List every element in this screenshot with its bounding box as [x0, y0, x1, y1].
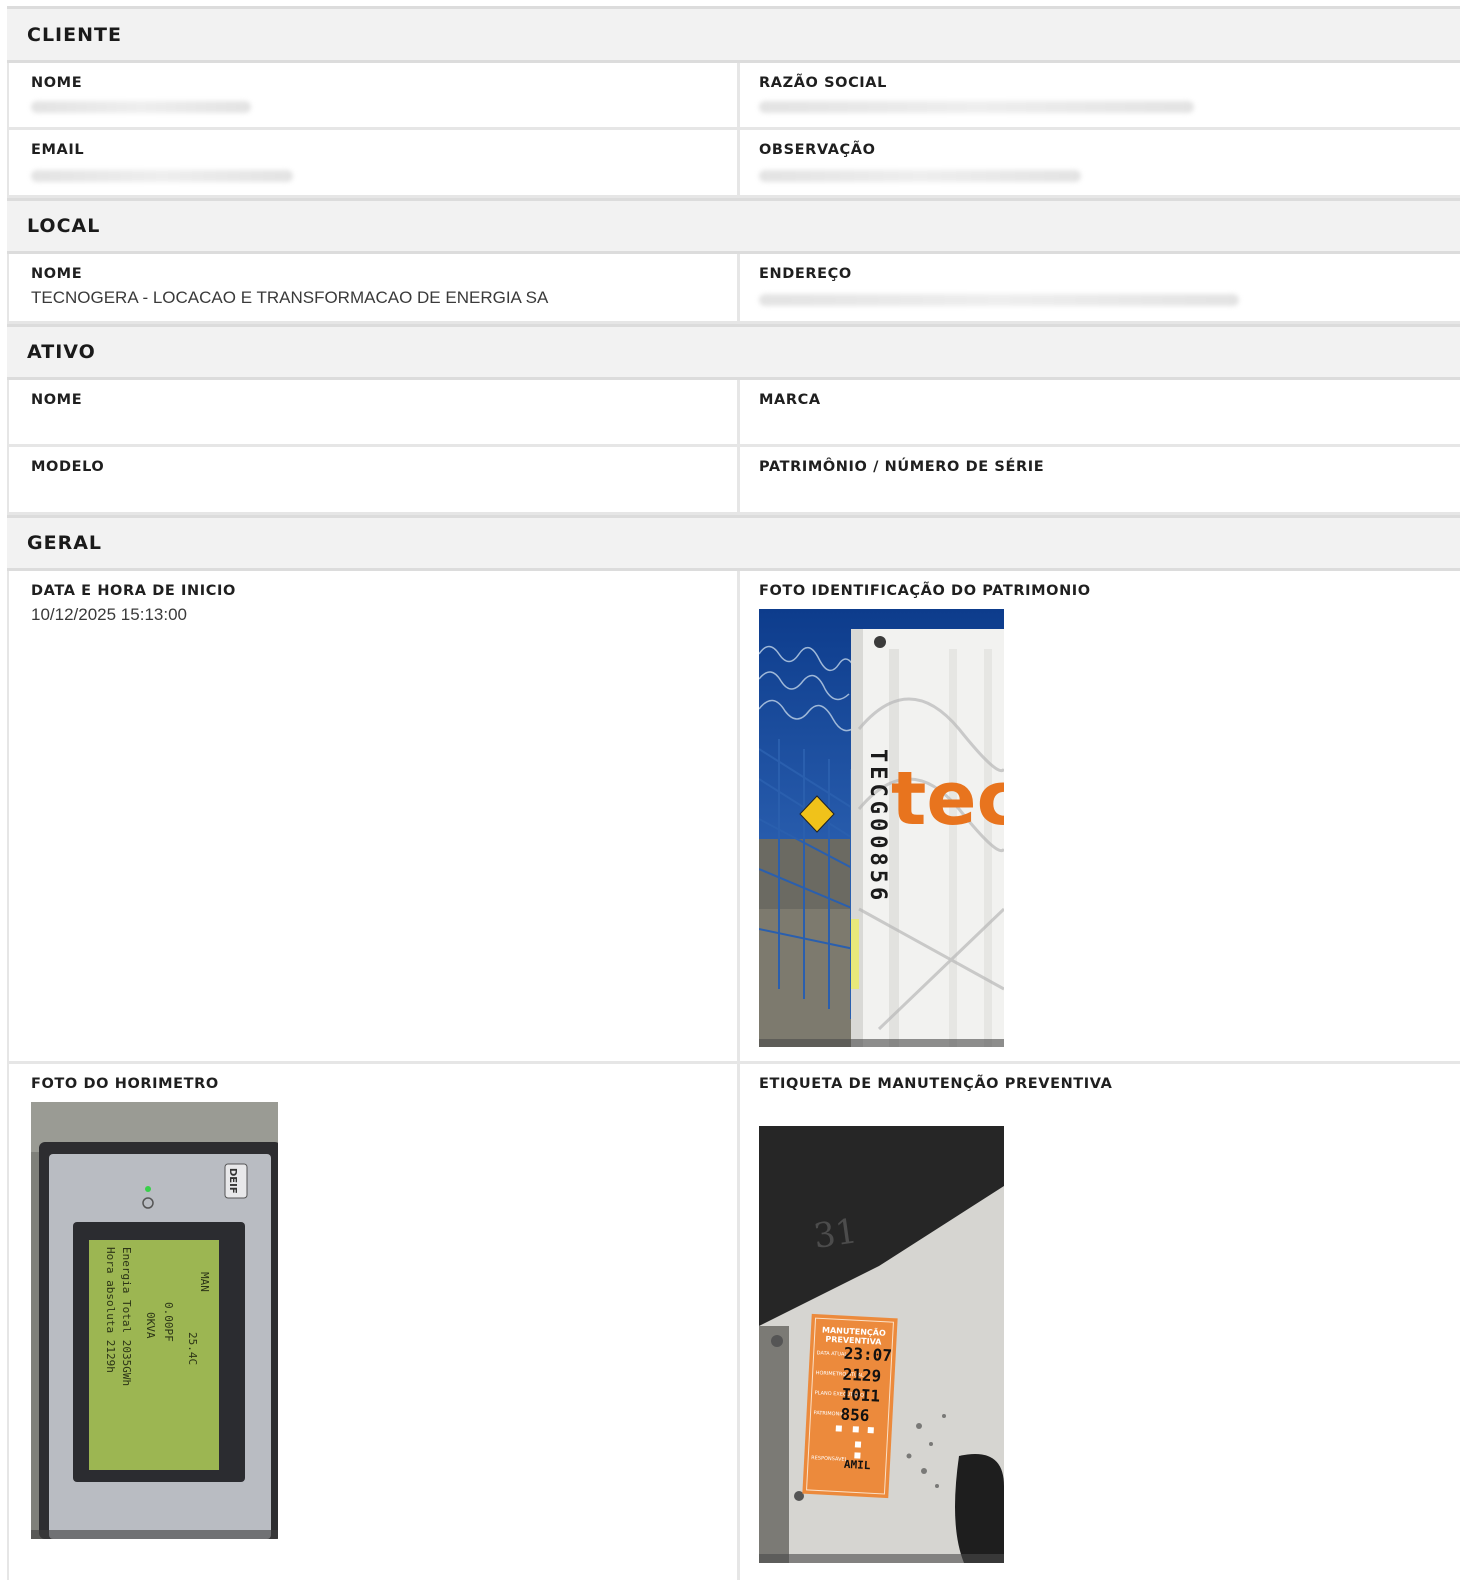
field-label: NOME [31, 392, 83, 408]
field-label: NOME [31, 75, 83, 91]
local-row-1: NOME TECNOGERA - LOCACAO E TRANSFORMACAO… [7, 254, 1460, 324]
redacted-value [759, 101, 1194, 113]
section-geral-header: GERAL [7, 515, 1460, 571]
field-local-nome: NOME TECNOGERA - LOCACAO E TRANSFORMACAO… [7, 254, 737, 321]
section-ativo-header: ATIVO [7, 324, 1460, 380]
field-data-inicio: DATA E HORA DE INICIO 10/12/2025 15:13:0… [7, 571, 737, 1061]
section-title: CLIENTE [27, 23, 122, 46]
redacted-value [759, 170, 1081, 182]
section-local-header: LOCAL [7, 198, 1460, 254]
field-observacao: OBSERVAÇÃO [737, 130, 1460, 195]
tec-logo-text: tec [891, 756, 1004, 842]
section-title: LOCAL [27, 215, 101, 237]
hour-meter-photo-art: DEIF MAN 25.4C 0.00PF 0KVA Energia Total… [31, 1102, 278, 1539]
field-label: MODELO [31, 459, 105, 475]
field-label: MARCA [759, 392, 821, 408]
field-razao-social: RAZÃO SOCIAL [737, 63, 1460, 127]
lcd-line: 0KVA [144, 1312, 157, 1339]
field-label: ENDEREÇO [759, 266, 852, 282]
redacted-value [759, 294, 1239, 306]
ativo-row-1: NOME MARCA [7, 380, 1460, 447]
hour-meter-photo[interactable]: DEIF MAN 25.4C 0.00PF 0KVA Energia Total… [31, 1102, 278, 1539]
redacted-value [31, 170, 293, 182]
field-endereco: ENDEREÇO [737, 254, 1460, 321]
section-cliente-header: CLIENTE [7, 6, 1460, 63]
lcd-line: MAN [198, 1272, 211, 1292]
field-label: EMAIL [31, 142, 85, 158]
label-handwritten-value: 856 [840, 1405, 870, 1425]
lcd-line: 25.4C [186, 1332, 199, 1365]
label-handwritten-value: 23:07 [843, 1344, 892, 1365]
asset-id-stencil-text: TECG00856 [865, 749, 890, 904]
field-marca: MARCA [737, 380, 1460, 444]
asset-id-photo-art: tec TECG00856 [759, 609, 1004, 1047]
asset-id-photo[interactable]: tec TECG00856 [759, 609, 1004, 1047]
field-cliente-nome: NOME [7, 63, 737, 127]
report-sheet: CLIENTE NOME RAZÃO SOCIAL EMAIL OBSERVAÇ… [7, 6, 1460, 1580]
field-value: 10/12/2025 15:13:00 [31, 605, 187, 624]
field-label: DATA E HORA DE INICIO [31, 583, 236, 599]
field-foto-horimetro: FOTO DO HORIMETRO DEIF MAN 25.4C 0.00PF … [7, 1064, 737, 1580]
lcd-line: Hora absoluta 2129h [104, 1247, 117, 1373]
label-handwritten-value: I0I1 [841, 1385, 880, 1406]
field-etiqueta-preventiva: ETIQUETA DE MANUTENÇÃO PREVENTIVA 31 MAN… [737, 1064, 1460, 1580]
field-ativo-nome: NOME [7, 380, 737, 444]
redacted-value [31, 101, 251, 113]
ativo-row-2: MODELO PATRIMÔNIO / NÚMERO DE SÉRIE [7, 447, 1460, 515]
field-label: FOTO IDENTIFICAÇÃO DO PATRIMONIO [759, 583, 1091, 599]
field-label: PATRIMÔNIO / NÚMERO DE SÉRIE [759, 459, 1045, 475]
maintenance-label-photo-art: 31 MANUTENÇÃO PREVENTIVA DATA ATUAL HORI… [759, 1126, 1004, 1563]
geral-row-2: FOTO DO HORIMETRO DEIF MAN 25.4C 0.00PF … [7, 1064, 1460, 1580]
geral-row-1: DATA E HORA DE INICIO 10/12/2025 15:13:0… [7, 571, 1460, 1064]
cliente-row-1: NOME RAZÃO SOCIAL [7, 63, 1460, 130]
field-label: NOME [31, 266, 83, 282]
deif-brand-text: DEIF [227, 1168, 238, 1194]
field-foto-patrimonio: FOTO IDENTIFICAÇÃO DO PATRIMONIO tec TEC… [737, 571, 1460, 1061]
lcd-line: Energia Total 2035GWh [120, 1247, 133, 1386]
field-label: RAZÃO SOCIAL [759, 75, 887, 91]
cliente-row-2: EMAIL OBSERVAÇÃO [7, 130, 1460, 198]
handwritten-31: 31 [811, 1211, 859, 1257]
label-handwritten-value: 2129 [842, 1365, 881, 1386]
section-title: ATIVO [27, 341, 96, 363]
field-modelo: MODELO [7, 447, 737, 512]
field-label: OBSERVAÇÃO [759, 142, 876, 158]
lcd-line: 0.00PF [162, 1302, 175, 1342]
field-label: FOTO DO HORIMETRO [31, 1076, 219, 1092]
field-label: ETIQUETA DE MANUTENÇÃO PREVENTIVA [759, 1076, 1113, 1092]
field-patrimonio: PATRIMÔNIO / NÚMERO DE SÉRIE [737, 447, 1460, 512]
label-handwritten-value: AMIL [844, 1458, 872, 1472]
field-email: EMAIL [7, 130, 737, 195]
section-title: GERAL [27, 532, 103, 554]
maintenance-label-photo[interactable]: 31 MANUTENÇÃO PREVENTIVA DATA ATUAL HORI… [759, 1126, 1004, 1563]
field-value: TECNOGERA - LOCACAO E TRANSFORMACAO DE E… [31, 288, 549, 307]
